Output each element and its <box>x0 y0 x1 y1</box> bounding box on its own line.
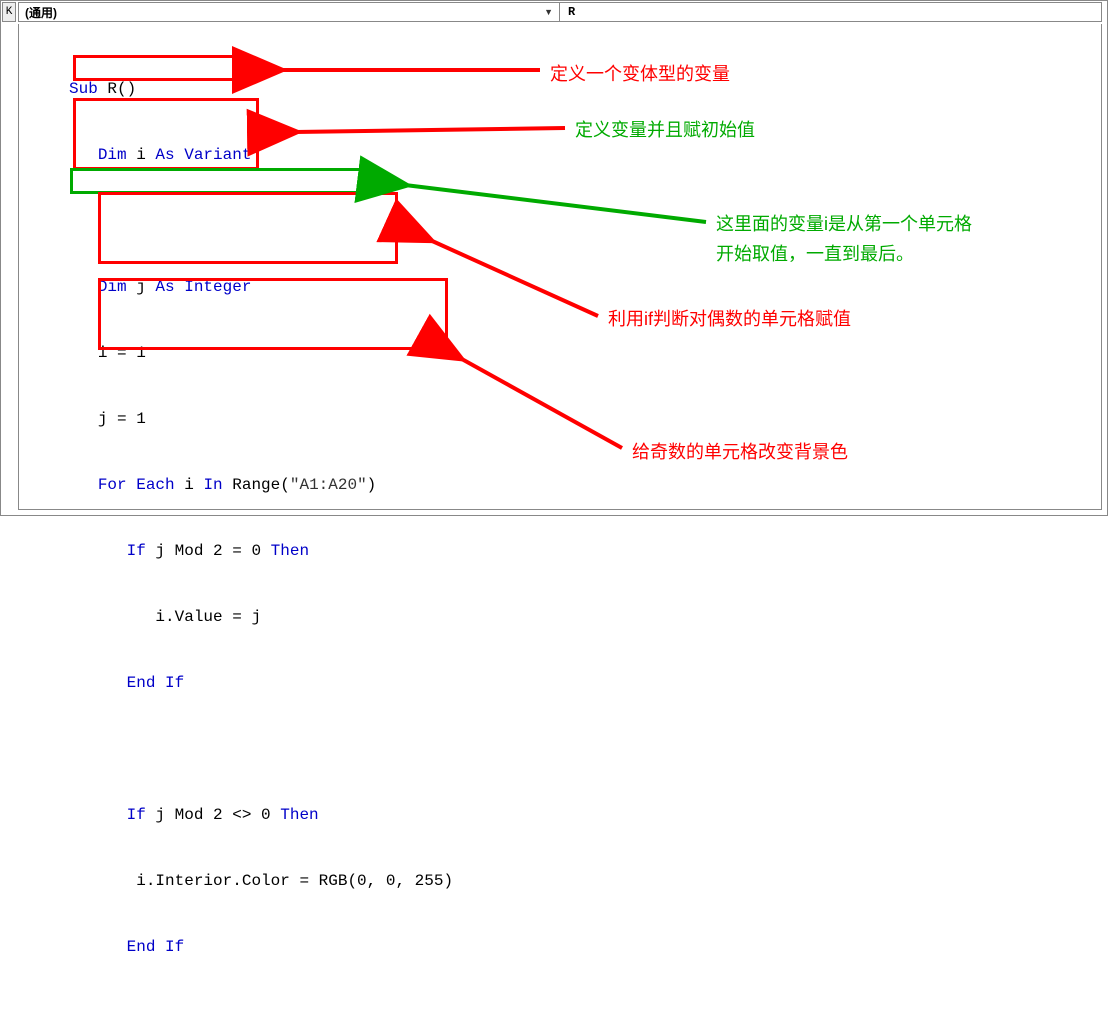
code-token: j Mod 2 <> 0 <box>155 806 280 824</box>
code-token: j Mod 2 = 0 <box>155 542 270 560</box>
code-token: j = 1 <box>98 410 146 428</box>
code-token: Dim <box>98 146 136 164</box>
annotation-1: 定义一个变体型的变量 <box>550 60 730 86</box>
annotation-4: 利用if判断对偶数的单元格赋值 <box>608 305 851 331</box>
code-token: End If <box>127 938 185 956</box>
dropdown-bar: (通用) ▼ R <box>18 2 1102 22</box>
code-token: As Integer <box>155 278 251 296</box>
code-token: End If <box>127 674 185 692</box>
code-token: i <box>136 146 155 164</box>
code-token: For Each <box>98 476 184 494</box>
procedure-dropdown[interactable]: R <box>560 3 1101 21</box>
code-token: "A1:A20" <box>290 476 367 494</box>
annotation-5: 给奇数的单元格改变背景色 <box>632 438 848 464</box>
code-token: i = 1 <box>98 344 146 362</box>
code-token: Range( <box>232 476 290 494</box>
chevron-down-icon: ▼ <box>544 7 553 17</box>
code-token: If <box>127 542 156 560</box>
annotation-3-line1: 这里面的变量i是从第一个单元格 <box>716 210 972 236</box>
code-editor[interactable]: Sub R() Dim i As Variant Dim j As Intege… <box>18 24 1102 510</box>
gutter-cell: K <box>2 2 16 22</box>
code-content: Sub R() Dim i As Variant Dim j As Intege… <box>19 34 1101 1032</box>
code-token: Then <box>271 542 309 560</box>
procedure-dropdown-label: R <box>568 5 575 19</box>
code-token: As Variant <box>155 146 251 164</box>
code-token: Dim <box>98 278 136 296</box>
object-dropdown[interactable]: (通用) ▼ <box>19 3 560 21</box>
annotation-2: 定义变量并且赋初始值 <box>575 116 755 142</box>
object-dropdown-label: (通用) <box>25 4 57 21</box>
code-token: Then <box>280 806 318 824</box>
code-token: If <box>127 806 156 824</box>
code-token: i.Value = j <box>155 608 261 626</box>
annotation-3-line2: 开始取值，一直到最后。 <box>716 240 914 266</box>
code-token: j <box>136 278 155 296</box>
code-token: Sub <box>69 80 107 98</box>
code-token: ) <box>367 476 377 494</box>
code-token: In <box>203 476 232 494</box>
code-token: R() <box>107 80 136 98</box>
code-token: i.Interior.Color = RGB(0, 0, 255) <box>136 872 453 890</box>
code-token: i <box>184 476 203 494</box>
